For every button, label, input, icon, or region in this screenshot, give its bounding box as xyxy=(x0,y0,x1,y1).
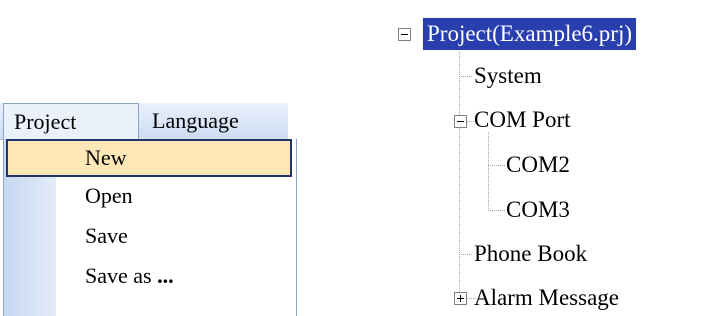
tree-subtrunk-line xyxy=(488,132,489,211)
tree-node-project-root[interactable]: Project(Example6.prj) xyxy=(421,17,638,51)
collapse-icon[interactable] xyxy=(398,28,411,41)
tree-node-com-port[interactable]: COM Port xyxy=(474,104,571,136)
tree-branch-line xyxy=(488,210,505,211)
tree-node-alarm-message[interactable]: Alarm Message xyxy=(474,282,619,314)
tree-branch-line xyxy=(459,76,472,77)
tree-branch-line xyxy=(488,165,505,166)
expand-icon[interactable] xyxy=(454,292,467,305)
tree-node-system[interactable]: System xyxy=(474,60,542,92)
tree-node-com2[interactable]: COM2 xyxy=(506,149,570,181)
tree-trunk-line xyxy=(459,52,460,297)
project-tree-view: Project(Example6.prj) System COM Port CO… xyxy=(0,0,702,316)
tree-node-com3[interactable]: COM3 xyxy=(506,194,570,226)
collapse-icon[interactable] xyxy=(454,115,467,128)
tree-node-phone-book[interactable]: Phone Book xyxy=(474,238,587,270)
tree-branch-line xyxy=(459,254,472,255)
